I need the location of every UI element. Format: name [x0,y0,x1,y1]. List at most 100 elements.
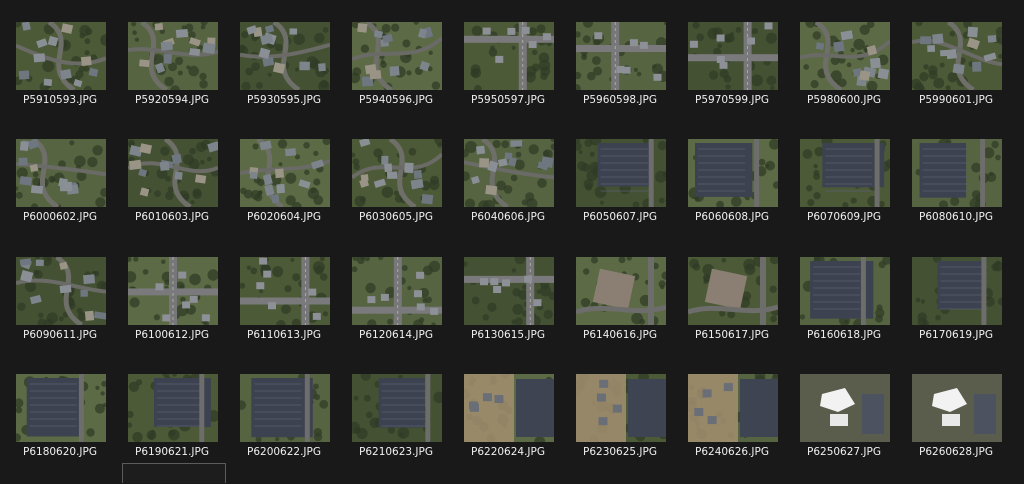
file-tile[interactable]: P6220624.JPG [458,374,558,484]
file-tile[interactable]: P6170619.JPG [906,257,1006,367]
file-name-label: P6260628.JPG [919,446,993,458]
aerial-photo-thumbnail[interactable] [688,139,778,207]
aerial-photo-thumbnail[interactable] [912,257,1002,325]
aerial-photo-thumbnail[interactable] [128,22,218,90]
aerial-photo-thumbnail[interactable] [16,257,106,325]
file-tile[interactable]: P6120614.JPG [346,257,446,367]
file-tile[interactable]: P6260628.JPG [906,374,1006,484]
aerial-photo-thumbnail[interactable] [240,374,330,442]
aerial-photo-thumbnail[interactable] [128,257,218,325]
file-tile[interactable]: P5960598.JPG [570,22,670,132]
file-tile[interactable]: P5970599.JPG [682,22,782,132]
aerial-photo-thumbnail[interactable] [240,257,330,325]
file-tile[interactable]: P6010603.JPG [122,139,222,249]
aerial-photo-thumbnail[interactable] [912,139,1002,207]
file-name-label: P5970599.JPG [695,94,769,106]
file-tile[interactable]: P6060608.JPG [682,139,782,249]
file-tile[interactable]: P6230625.JPG [570,374,670,484]
file-name-label: P5940596.JPG [359,94,433,106]
file-name-label: P5920594.JPG [135,94,209,106]
file-name-label: P6190621.JPG [135,446,209,458]
aerial-photo-thumbnail[interactable] [464,139,554,207]
file-tile[interactable]: P6110613.JPG [234,257,334,367]
file-name-label: P5950597.JPG [471,94,545,106]
file-tile[interactable]: P6100612.JPG [122,257,222,367]
file-tile[interactable]: P6210623.JPG [346,374,446,484]
aerial-photo-thumbnail[interactable] [912,374,1002,442]
file-tile[interactable]: P6080610.JPG [906,139,1006,249]
file-name-label: P6250627.JPG [807,446,881,458]
thumbnail-grid: P5910593.JPG P5920594.JPG P5930595.JPG P594… [0,0,1024,476]
file-name-label: P6160618.JPG [807,329,881,341]
file-name-label: P5990601.JPG [919,94,993,106]
aerial-photo-thumbnail[interactable] [800,374,890,442]
aerial-photo-thumbnail[interactable] [240,139,330,207]
aerial-photo-thumbnail[interactable] [800,257,890,325]
file-name-label: P6200622.JPG [247,446,321,458]
aerial-photo-thumbnail[interactable] [800,139,890,207]
file-name-label: P6170619.JPG [919,329,993,341]
file-name-label: P6040606.JPG [471,211,545,223]
file-name-label: P5910593.JPG [23,94,97,106]
file-tile[interactable]: P6240626.JPG [682,374,782,484]
file-name-label: P5930595.JPG [247,94,321,106]
partial-item-frame [122,463,226,483]
file-tile[interactable]: P5910593.JPG [10,22,110,132]
file-name-label: P5960598.JPG [583,94,657,106]
file-tile[interactable]: P6020604.JPG [234,139,334,249]
file-tile[interactable]: P6040606.JPG [458,139,558,249]
file-tile[interactable]: P6030605.JPG [346,139,446,249]
file-tile[interactable]: P5930595.JPG [234,22,334,132]
aerial-photo-thumbnail[interactable] [464,22,554,90]
file-tile[interactable]: P6050607.JPG [570,139,670,249]
file-name-label: P6100612.JPG [135,329,209,341]
aerial-photo-thumbnail[interactable] [352,139,442,207]
file-name-label: P6150617.JPG [695,329,769,341]
file-tile[interactable]: P6140616.JPG [570,257,670,367]
file-tile[interactable]: P6180620.JPG [10,374,110,484]
file-tile[interactable]: P6130615.JPG [458,257,558,367]
aerial-photo-thumbnail[interactable] [576,139,666,207]
file-name-label: P6230625.JPG [583,446,657,458]
aerial-photo-thumbnail[interactable] [576,22,666,90]
file-tile[interactable]: P5980600.JPG [794,22,894,132]
file-tile[interactable]: P6070609.JPG [794,139,894,249]
file-tile[interactable]: P5950597.JPG [458,22,558,132]
aerial-photo-thumbnail[interactable] [912,22,1002,90]
aerial-photo-thumbnail[interactable] [240,22,330,90]
file-name-label: P5980600.JPG [807,94,881,106]
aerial-photo-thumbnail[interactable] [464,374,554,442]
aerial-photo-thumbnail[interactable] [576,257,666,325]
file-name-label: P6090611.JPG [23,329,97,341]
aerial-photo-thumbnail[interactable] [688,22,778,90]
file-name-label: P6120614.JPG [359,329,433,341]
aerial-photo-thumbnail[interactable] [16,139,106,207]
file-tile[interactable]: P5920594.JPG [122,22,222,132]
file-tile[interactable]: P6200622.JPG [234,374,334,484]
aerial-photo-thumbnail[interactable] [688,257,778,325]
file-tile[interactable]: P6000602.JPG [10,139,110,249]
file-name-label: P6180620.JPG [23,446,97,458]
file-tile[interactable]: P6160618.JPG [794,257,894,367]
file-tile[interactable]: P5940596.JPG [346,22,446,132]
file-tile[interactable]: P6250627.JPG [794,374,894,484]
aerial-photo-thumbnail[interactable] [464,257,554,325]
file-name-label: P6050607.JPG [583,211,657,223]
file-tile[interactable]: P6090611.JPG [10,257,110,367]
aerial-photo-thumbnail[interactable] [16,374,106,442]
file-tile[interactable]: P6150617.JPG [682,257,782,367]
aerial-photo-thumbnail[interactable] [16,22,106,90]
aerial-photo-thumbnail[interactable] [352,374,442,442]
aerial-photo-thumbnail[interactable] [800,22,890,90]
file-name-label: P6000602.JPG [23,211,97,223]
file-tile[interactable]: P5990601.JPG [906,22,1006,132]
file-name-label: P6030605.JPG [359,211,433,223]
aerial-photo-thumbnail[interactable] [128,374,218,442]
aerial-photo-thumbnail[interactable] [352,22,442,90]
aerial-photo-thumbnail[interactable] [128,139,218,207]
aerial-photo-thumbnail[interactable] [688,374,778,442]
aerial-photo-thumbnail[interactable] [352,257,442,325]
file-name-label: P6020604.JPG [247,211,321,223]
file-name-label: P6080610.JPG [919,211,993,223]
aerial-photo-thumbnail[interactable] [576,374,666,442]
